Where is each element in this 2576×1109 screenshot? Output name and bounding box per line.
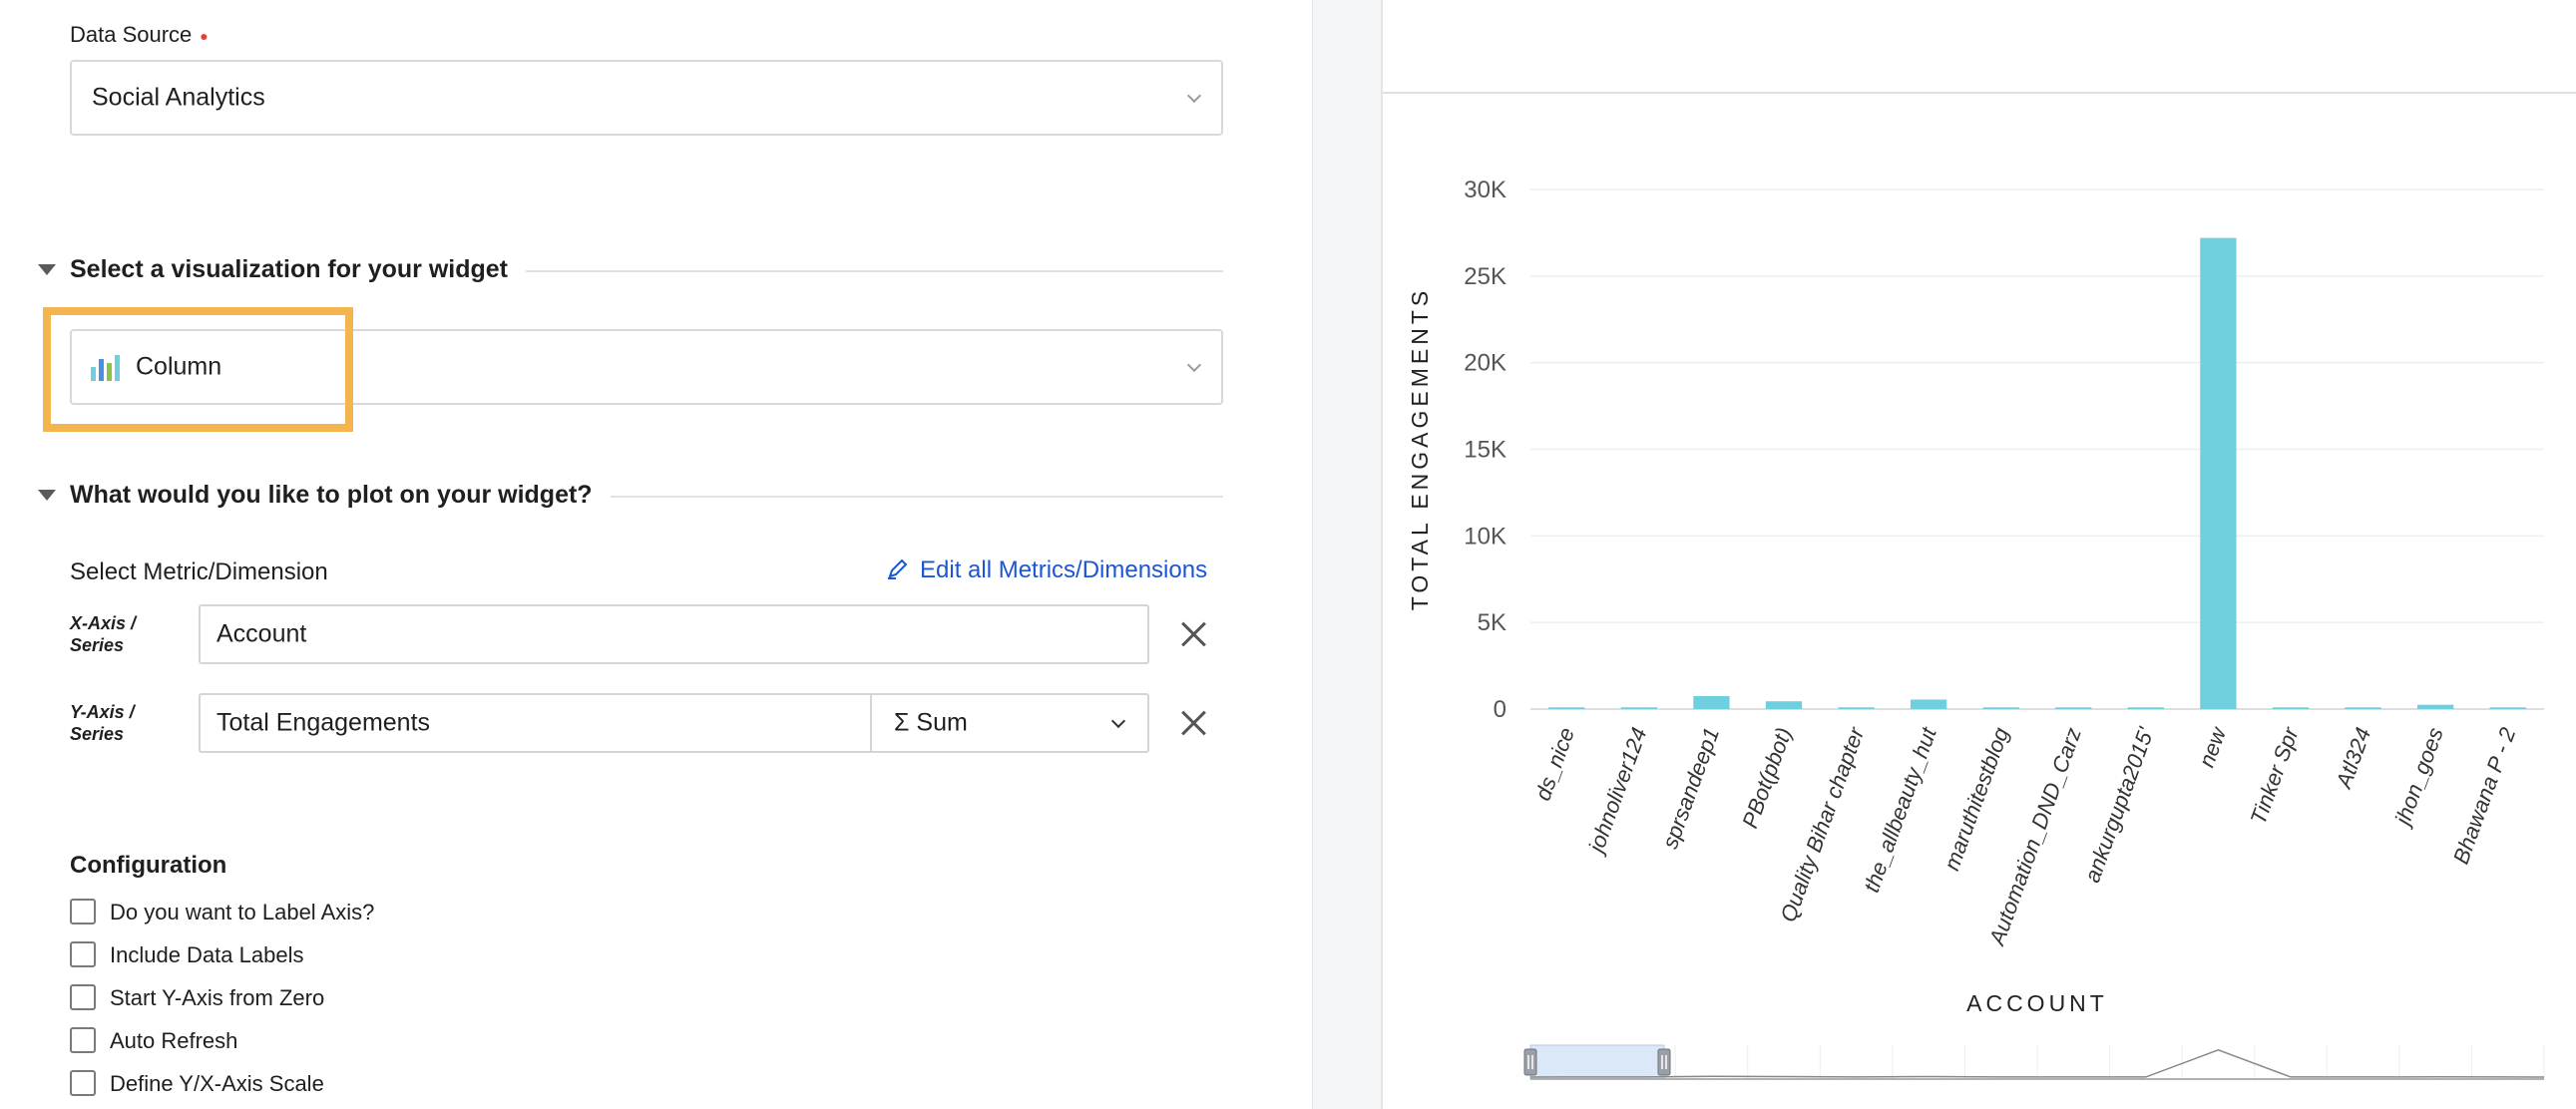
y-axis-title: TOTAL ENGAGEMENTS bbox=[1407, 287, 1433, 610]
edit-metrics-link[interactable]: Edit all Metrics/Dimensions bbox=[886, 556, 1207, 584]
x-tick-label: Atl324 bbox=[2331, 724, 2376, 793]
x-tick-label: Quality Bihar chapter bbox=[1776, 723, 1870, 925]
visualization-highlight-box bbox=[43, 307, 353, 432]
y-tick-label: 10K bbox=[1464, 523, 1506, 550]
navigator-handle[interactable] bbox=[1523, 1048, 1537, 1076]
checkbox[interactable] bbox=[70, 899, 96, 924]
x-tick-label: jhon_goes bbox=[2389, 724, 2448, 831]
aggregation-select[interactable]: Σ Sum bbox=[870, 693, 1149, 753]
chart-preview-card: 0 5K 10K 15K 20K 25K 30K ds_nice johnoliver124 sp… bbox=[1381, 0, 2576, 1109]
plot-section-title: What would you like to plot on your widg… bbox=[70, 481, 611, 510]
select-metric-label: Select Metric/Dimension bbox=[70, 558, 328, 585]
configuration-title: Configuration bbox=[70, 852, 227, 879]
checkbox[interactable] bbox=[70, 941, 96, 967]
bar bbox=[1838, 707, 1875, 709]
widget-config-panel: Data Source ● Social Analytics Select a v… bbox=[0, 0, 1312, 1109]
bar bbox=[2200, 237, 2237, 710]
sigma-icon: Σ bbox=[894, 708, 910, 737]
checkbox[interactable] bbox=[70, 1070, 96, 1096]
x-tick-label: PBot(pbot) bbox=[1737, 724, 1796, 831]
bar bbox=[2345, 707, 2381, 709]
edit-metrics-label: Edit all Metrics/Dimensions bbox=[920, 556, 1208, 583]
config-option-label: Auto Refresh bbox=[110, 1028, 238, 1053]
bars-layer bbox=[1548, 237, 2526, 710]
y-tick-label: 0 bbox=[1494, 696, 1506, 723]
collapse-triangle-icon[interactable] bbox=[38, 490, 56, 501]
remove-y-axis-button[interactable] bbox=[1179, 709, 1207, 737]
y-axis-field[interactable]: Total Engagements bbox=[199, 693, 872, 753]
x-axis-label: X-Axis / Series bbox=[70, 613, 137, 655]
config-option-label: Start Y-Axis from Zero bbox=[110, 985, 325, 1010]
x-axis-value: Account bbox=[216, 619, 307, 648]
x-tick-label: the_allbeauty_hut bbox=[1859, 723, 1941, 896]
bar bbox=[2127, 707, 2164, 709]
grid-layer bbox=[1530, 188, 2544, 710]
x-tick-label: ankurgupta2015' bbox=[2079, 723, 2159, 886]
pencil-icon bbox=[888, 558, 908, 579]
data-source-select[interactable]: Social Analytics bbox=[70, 60, 1223, 136]
ticks-layer: 0 5K 10K 15K 20K 25K 30K ds_nice johnoliver124 sp… bbox=[1464, 177, 2520, 950]
x-tick-label: Tinker Spr bbox=[2246, 723, 2305, 828]
collapse-triangle-icon[interactable] bbox=[38, 264, 56, 275]
data-source-value: Social Analytics bbox=[92, 83, 265, 112]
x-tick-label: maruthitestblog bbox=[1938, 723, 2013, 874]
visualization-section-header[interactable]: Select a visualization for your widget bbox=[38, 255, 1223, 285]
bar bbox=[1911, 699, 1947, 709]
y-axis-label: Y-Axis / Series bbox=[70, 702, 135, 744]
bar bbox=[2055, 707, 2092, 709]
x-tick-label: Bhawana P - 2 bbox=[2448, 724, 2521, 867]
config-option-label: Do you want to Label Axis? bbox=[110, 900, 375, 924]
bar bbox=[1982, 707, 2019, 709]
x-tick-label: sprsandeep1 bbox=[1657, 724, 1724, 852]
x-tick-label: ds_nice bbox=[1530, 724, 1579, 804]
config-option-label: Include Data Labels bbox=[110, 942, 304, 967]
y-tick-label: 20K bbox=[1464, 350, 1506, 377]
bar bbox=[2489, 707, 2526, 709]
y-tick-label: 25K bbox=[1464, 263, 1506, 290]
x-tick-label: new bbox=[2194, 722, 2232, 770]
checkbox[interactable] bbox=[70, 1027, 96, 1053]
x-axis-title: ACCOUNT bbox=[1966, 990, 2108, 1016]
bar bbox=[1693, 695, 1730, 709]
remove-x-axis-button[interactable] bbox=[1179, 620, 1207, 648]
navigator-handle[interactable] bbox=[1657, 1048, 1671, 1076]
y-tick-label: 5K bbox=[1478, 609, 1506, 636]
data-source-label: Data Source ● bbox=[70, 22, 209, 47]
y-tick-label: 15K bbox=[1464, 437, 1506, 464]
bar bbox=[1765, 701, 1803, 709]
chevron-down-icon bbox=[1186, 88, 1202, 104]
bar bbox=[2417, 704, 2454, 709]
bar bbox=[2272, 707, 2310, 709]
chevron-down-icon bbox=[1186, 357, 1202, 373]
plot-section-header[interactable]: What would you like to plot on your widg… bbox=[38, 481, 1223, 511]
y-axis-value: Total Engagements bbox=[216, 708, 431, 737]
navigator-selection bbox=[1529, 1044, 1665, 1080]
aggregation-value: Σ Sum bbox=[894, 708, 968, 737]
bar bbox=[1548, 707, 1585, 709]
checkbox[interactable] bbox=[70, 984, 96, 1010]
config-option-label: Define Y/X-Axis Scale bbox=[110, 1071, 324, 1096]
y-tick-label: 30K bbox=[1464, 177, 1506, 203]
x-tick-label: johnoliver124 bbox=[1582, 724, 1651, 858]
column-chart: 0 5K 10K 15K 20K 25K 30K ds_nice johnoliver124 sp… bbox=[1407, 177, 2545, 1080]
bar bbox=[1620, 707, 1657, 709]
range-navigator[interactable] bbox=[1523, 1044, 2545, 1080]
visualization-section-title: Select a visualization for your widget bbox=[70, 255, 526, 284]
x-axis-field[interactable]: Account bbox=[199, 604, 1149, 664]
chevron-down-icon bbox=[1110, 713, 1126, 729]
required-indicator: ● bbox=[200, 28, 209, 45]
